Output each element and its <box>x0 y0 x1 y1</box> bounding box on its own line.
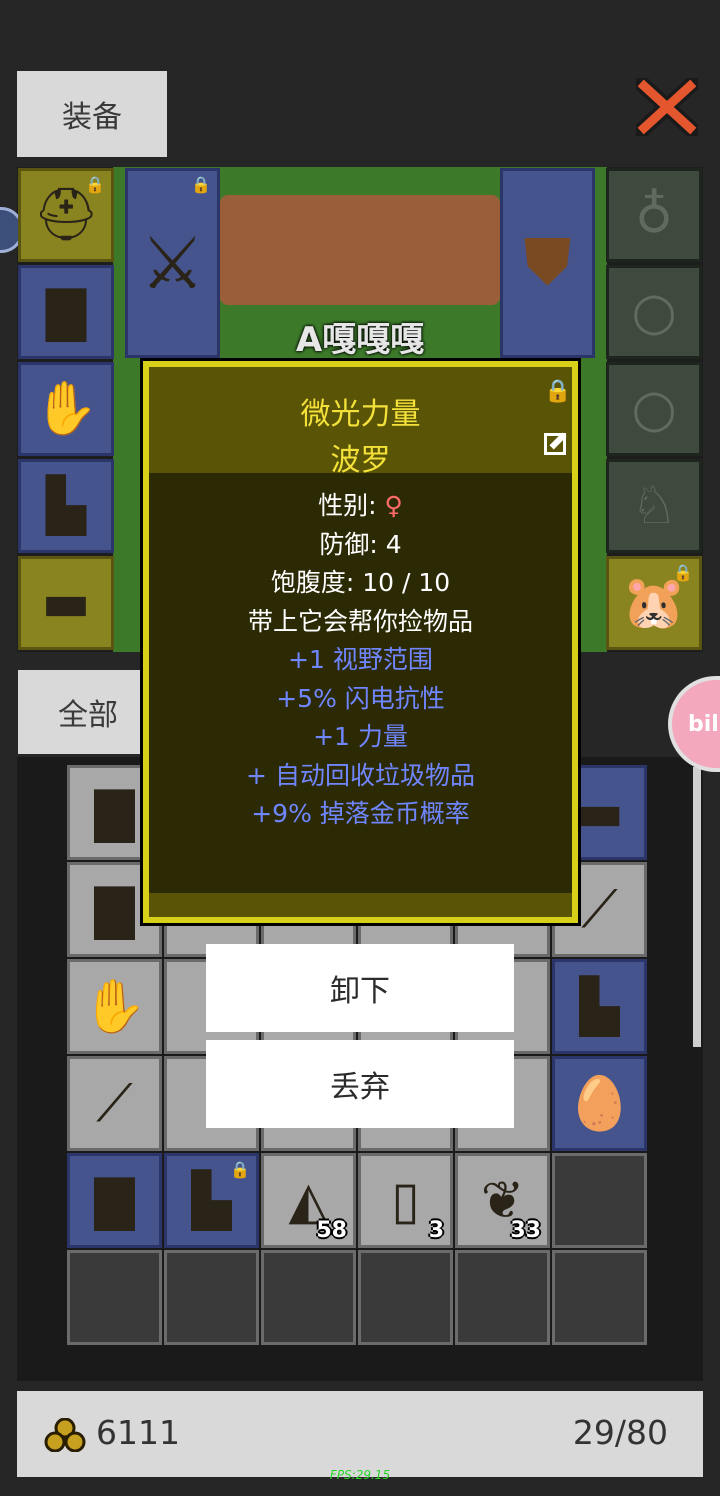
armor-icon: ▇ <box>94 782 135 843</box>
tooltip-stat-line: 带上它会帮你捡物品 <box>247 606 473 636</box>
inventory-slot[interactable]: ✋ <box>67 959 162 1054</box>
tooltip-body: 性别: ♀ 防御: 4 饱腹度: 10 / 10 带上它会帮你捡物品 +1 视野范围… <box>149 487 572 834</box>
lock-icon[interactable]: 🔒 <box>544 379 571 404</box>
inventory-slot[interactable]: ▙ 🔒 <box>164 1153 259 1248</box>
equip-slot-right[interactable]: ○ <box>606 265 702 359</box>
gender-label: 性别: <box>318 491 385 520</box>
inventory-slot[interactable] <box>552 1153 647 1248</box>
tooltip-bonus-line: + 自动回收垃圾物品 <box>246 760 475 790</box>
tooltip-pet-name: 波罗 <box>330 443 391 478</box>
close-x-icon[interactable] <box>630 72 704 142</box>
belt-icon: ▬ <box>574 782 625 843</box>
equip-slot-left[interactable]: ▬ <box>18 556 114 650</box>
inventory-capacity: 29/80 <box>572 1413 668 1452</box>
lock-icon: 🔒 <box>191 175 211 194</box>
ring-icon: ○ <box>631 379 677 439</box>
gold-amount: 6111 <box>96 1413 180 1452</box>
boots-icon: ▙ <box>191 1170 232 1231</box>
inventory-slot[interactable] <box>455 1250 550 1345</box>
inventory-slot[interactable]: ▇ <box>67 1153 162 1248</box>
tab-equipment[interactable]: 装备 <box>17 71 167 157</box>
lock-icon: 🔒 <box>230 1160 250 1179</box>
inventory-slot[interactable]: ▯ 3 <box>358 1153 453 1248</box>
glove-icon: ✋ <box>82 976 147 1037</box>
item-count: 3 <box>428 1218 444 1243</box>
equip-slot-right[interactable]: ♁ <box>606 168 702 262</box>
ring-icon: ○ <box>631 282 677 342</box>
equip-slot-left[interactable]: ✋ <box>18 362 114 456</box>
shield-icon: ⛊ <box>523 226 572 300</box>
item-tooltip: 微光力量 波罗 🔒 性别: ♀ 防御: 4 饱腹度: 10 / 10 带上它会帮你捡… <box>143 361 578 923</box>
glove-icon: ✋ <box>33 379 99 439</box>
female-icon: ♀ <box>384 491 403 520</box>
item-count: 33 <box>510 1218 541 1243</box>
inventory-scrollbar[interactable] <box>693 767 701 1047</box>
equip-slot-right[interactable]: ○ <box>606 362 702 456</box>
inventory-slot[interactable]: ▙ <box>552 959 647 1054</box>
lock-icon: 🔒 <box>673 563 693 582</box>
scroll-icon: ▯ <box>391 1170 420 1231</box>
helmet-icon: ⛑ <box>32 185 99 245</box>
equip-slot-right[interactable]: ♘ <box>606 459 702 553</box>
armor-icon: ▇ <box>94 1170 135 1231</box>
armor-icon: ▇ <box>94 879 135 940</box>
hamster-pet-icon: 🐹 <box>621 573 687 633</box>
lock-icon: 🔒 <box>85 175 105 194</box>
belt-icon: ▬ <box>41 573 91 633</box>
egg-icon: 🥚 <box>567 1073 632 1134</box>
boots-icon: ▙ <box>46 476 86 536</box>
equip-slot-left[interactable]: ▇ <box>18 265 114 359</box>
tooltip-stat-line: 防御: 4 <box>319 529 402 559</box>
inventory-slot[interactable]: ◭ 58 <box>261 1153 356 1248</box>
tooltip-title: 微光力量 <box>300 397 421 432</box>
inventory-slot[interactable] <box>552 1250 647 1345</box>
inventory-slot[interactable] <box>358 1250 453 1345</box>
tooltip-gender: 性别: ♀ <box>149 487 572 526</box>
inventory-slot[interactable] <box>261 1250 356 1345</box>
character-name: A嘎嘎嘎 <box>295 320 425 360</box>
inventory-slot[interactable]: ❦ 33 <box>455 1153 550 1248</box>
tooltip-bonus-line: +9% 掉落金币概率 <box>251 799 470 828</box>
tooltip-bonus-line: +1 视野范围 <box>288 645 433 674</box>
shield-slot[interactable]: ⛊ <box>500 168 595 358</box>
discard-button[interactable]: 丢弃 <box>206 1040 514 1128</box>
tooltip-stat-line: 饱腹度: 10 / 10 <box>270 568 451 597</box>
unequip-button[interactable]: 卸下 <box>206 944 514 1032</box>
inventory-slot[interactable]: ⟋ <box>67 1056 162 1151</box>
inventory-slot[interactable] <box>164 1250 259 1345</box>
crossed-swords-icon: ⚔ <box>140 221 205 305</box>
tab-all[interactable]: 全部 <box>18 670 158 754</box>
tooltip-bottom-bar <box>149 893 572 917</box>
equip-slot-left[interactable]: ▙ <box>18 459 114 553</box>
equip-slot-right[interactable]: 🐹 🔒 <box>606 556 702 650</box>
equip-slot-left[interactable]: ⛑ 🔒 <box>18 168 114 262</box>
fps-counter: FPS:29.15 <box>329 1468 391 1482</box>
boots-icon: ▙ <box>579 976 620 1037</box>
tooltip-bonus-line: +1 力量 <box>313 722 408 751</box>
pet-icon: ♘ <box>630 476 678 536</box>
item-count: 58 <box>316 1218 347 1243</box>
gold-coins-icon <box>44 1417 86 1453</box>
amulet-icon: ♁ <box>634 185 674 245</box>
edit-icon[interactable] <box>544 432 567 455</box>
preview-dirt-path <box>220 195 500 305</box>
inventory-slot[interactable] <box>67 1250 162 1345</box>
inventory-slot[interactable]: 🥚 <box>552 1056 647 1151</box>
armor-icon: ▇ <box>46 282 86 342</box>
spear-icon: ⟋ <box>96 1073 133 1134</box>
tooltip-bonus-line: +5% 闪电抗性 <box>276 683 445 713</box>
bow-icon: ⟋ <box>581 879 618 940</box>
weapon-slot[interactable]: ⚔ 🔒 <box>125 168 220 358</box>
